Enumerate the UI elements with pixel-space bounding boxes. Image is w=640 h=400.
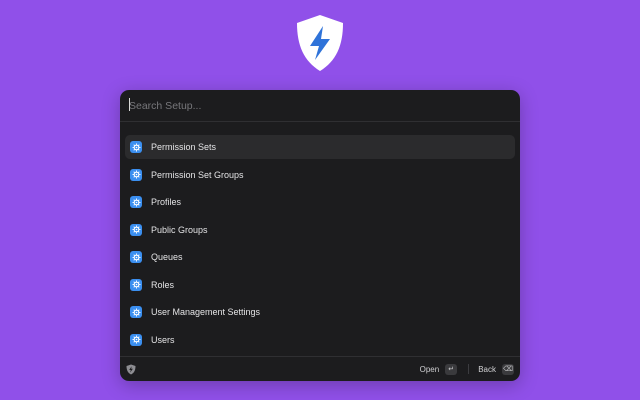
result-item-permission-set-groups[interactable]: Permission Set Groups [125,163,515,187]
result-item-users[interactable]: Users [125,328,515,352]
text-caret [129,98,130,111]
result-label: Permission Sets [151,142,217,152]
result-item-permission-sets[interactable]: Permission Sets [125,135,515,159]
footer-divider [468,364,470,374]
shield-bolt-icon [294,13,346,73]
results-list: Permission Sets Permission Set Groups Pr… [120,135,520,355]
result-item-profiles[interactable]: Profiles [125,190,515,214]
result-label: Permission Set Groups [151,169,244,180]
gear-icon [130,251,142,263]
result-label: Public Groups [151,224,208,235]
result-item-public-groups[interactable]: Public Groups [125,218,515,242]
back-action[interactable]: Back ⌫ [478,363,514,375]
gear-icon [130,333,142,346]
footer-actions: Open ↵ Back ⌫ [419,363,514,375]
result-item-roles[interactable]: Roles [125,273,515,297]
open-action[interactable]: Open ↵ [419,363,458,375]
result-label: Roles [151,279,175,290]
gear-icon [130,168,142,181]
backspace-key-icon: ⌫ [502,363,514,375]
gear-icon [130,223,142,236]
gear-icon [130,141,142,153]
result-item-user-management-settings[interactable]: User Management Settings [125,300,515,324]
search-bar [120,90,520,122]
search-input[interactable] [129,99,520,112]
result-label: Queues [151,252,183,262]
command-palette: Permission Sets Permission Set Groups Pr… [120,90,520,381]
back-label: Back [478,364,496,374]
result-item-queues[interactable]: Queues [125,245,515,269]
gear-icon [130,278,142,291]
gear-icon [130,306,142,318]
result-label: Profiles [151,197,182,207]
result-label: User Management Settings [151,307,261,317]
result-label: Users [151,334,175,345]
gear-icon [130,196,142,208]
enter-key-icon: ↵ [445,363,458,375]
shield-bolt-icon [126,364,136,375]
palette-footer: Open ↵ Back ⌫ [120,356,520,381]
open-label: Open [419,364,440,374]
